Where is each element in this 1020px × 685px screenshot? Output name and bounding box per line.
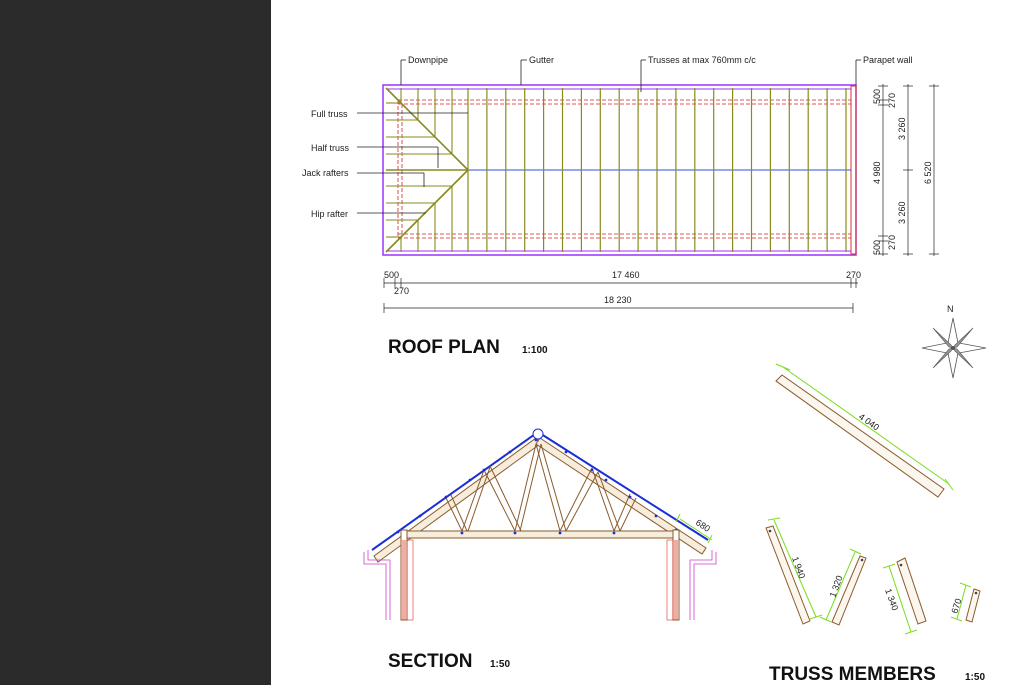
roof-plan-scale: 1:100 [522, 345, 548, 356]
dim-680: 680 [694, 517, 712, 534]
section-drawing: 680 [363, 428, 717, 621]
truss-members-scale: 1:50 [965, 672, 985, 683]
bottom-chord [406, 530, 674, 539]
bolt [534, 438, 538, 442]
ridge-cap [532, 428, 544, 440]
rafter-left [373, 437, 541, 563]
truss-members: 4 040 1 940 1 320 1 340 670 [765, 363, 981, 635]
north-compass-icon: N [921, 304, 987, 379]
bolt [508, 450, 512, 454]
sidebar-panel [0, 0, 271, 685]
callout-jack-rafters: Jack rafters [302, 168, 349, 178]
bolt [604, 478, 608, 482]
dim-500-bottom: 500 [384, 270, 399, 280]
dim-500-right-bottom: 500 [872, 240, 882, 255]
bolt [654, 514, 658, 518]
member-4040 [775, 374, 945, 498]
bolt [612, 531, 616, 535]
dim-4980: 4 980 [872, 161, 882, 184]
dim-6520: 6 520 [923, 161, 933, 184]
bolt [460, 531, 464, 535]
bolt [590, 468, 594, 472]
callout-half-truss: Half truss [311, 143, 350, 153]
truss-lines [467, 88, 847, 252]
bolt [396, 530, 400, 534]
section-title: SECTION [388, 651, 472, 672]
dim-270-right-bottom: 270 [887, 235, 897, 250]
dim-270-bottom-right: 270 [846, 270, 861, 280]
callout-downpipe: Downpipe [408, 55, 448, 65]
callout-hip-rafter: Hip rafter [311, 209, 348, 219]
bolt [468, 478, 472, 482]
bolt [628, 495, 632, 499]
callout-gutter: Gutter [529, 55, 554, 65]
callout-trusses: Trusses at max 760mm c/c [648, 55, 756, 65]
roof-plan [382, 84, 857, 256]
member-1340 [896, 557, 927, 625]
section-bolts [396, 438, 678, 535]
callout-full-truss: Full truss [311, 109, 348, 119]
bolt [564, 450, 568, 454]
dim-18230: 18 230 [604, 295, 632, 305]
truss-members-title: TRUSS MEMBERS [769, 664, 936, 685]
drawing-sheet: Downpipe Gutter Trusses at max 760mm c/c… [271, 0, 1020, 685]
callout-parapet-wall: Parapet wall [863, 55, 913, 65]
bolt [513, 531, 517, 535]
dim-17460: 17 460 [612, 270, 640, 280]
bolt [444, 495, 448, 499]
dim-3260-right-top: 3 260 [897, 117, 907, 140]
roof-plan-title: ROOF PLAN [388, 337, 500, 358]
dim-1320: 1 320 [827, 574, 844, 599]
bolt [418, 514, 422, 518]
section-scale: 1:50 [490, 659, 510, 670]
dim-270-bottom-left: 270 [394, 286, 409, 296]
dim-670: 670 [949, 597, 963, 614]
section-wall-left [363, 529, 414, 621]
svg-text:N: N [947, 304, 954, 314]
bolt [558, 531, 562, 535]
dim-270-right-top: 270 [887, 93, 897, 108]
dim-500-right-top: 500 [872, 89, 882, 104]
bolt [482, 468, 486, 472]
dim-3260-right-bottom: 3 260 [897, 201, 907, 224]
dim-4040: 4 040 [857, 411, 881, 432]
member-670 [965, 588, 981, 623]
